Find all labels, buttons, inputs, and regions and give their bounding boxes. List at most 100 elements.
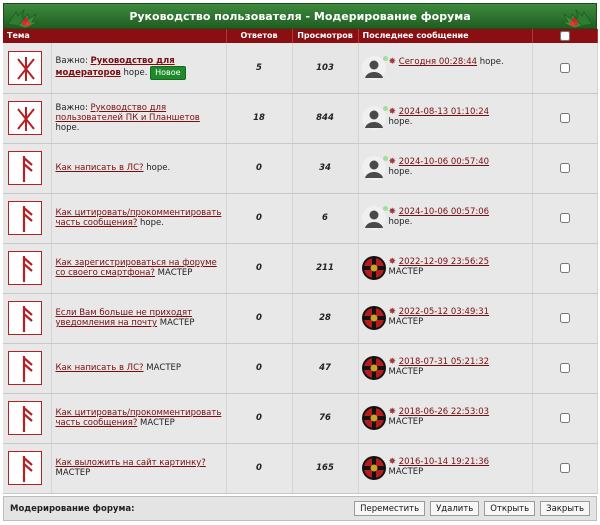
topic-author: hope. [55, 123, 80, 133]
topic-link[interactable]: Как зарегистрироваться на форуме со свое… [56, 258, 217, 278]
last-post-cell: ✸ 2024-10-06 00:57:40 hope. [358, 143, 533, 194]
select-all-checkbox[interactable] [559, 30, 570, 41]
topic-link[interactable]: Как цитировать/прокомментировать часть с… [56, 408, 222, 428]
online-status-icon [382, 55, 388, 61]
avatar[interactable] [361, 55, 388, 80]
topic-select-checkbox[interactable] [559, 112, 570, 123]
close-button[interactable]: Закрыть [540, 501, 590, 516]
online-status-icon [382, 206, 388, 211]
last-post-cell: ✸ 2018-07-31 05:21:32 МАСТЕР [358, 343, 533, 394]
topic-cell: Как цитировать/прокомментировать часть с… [51, 193, 227, 244]
avatar[interactable] [361, 156, 388, 180]
last-post-date-link[interactable]: 2024-10-06 00:57:40 [399, 157, 489, 167]
table-row: Если Вам больше не приходят уведомления … [3, 293, 598, 344]
last-post-date-link[interactable]: 2018-06-26 22:53:03 [399, 407, 489, 417]
last-post-date-link[interactable]: Сегодня 00:28:44 [399, 57, 477, 67]
topic-icon-cell [3, 293, 52, 344]
topic-select-checkbox[interactable] [559, 462, 570, 473]
topic-author: МАСТЕР [146, 363, 182, 373]
last-post-date-link[interactable]: 2016-10-14 19:21:36 [399, 457, 489, 467]
online-status-icon [382, 106, 388, 111]
replies-count: 0 [226, 293, 293, 344]
avatar[interactable] [361, 206, 388, 230]
delete-button[interactable]: Удалить [430, 501, 480, 516]
select-cell [532, 293, 598, 344]
select-cell [532, 393, 598, 444]
last-post-author: hope. [388, 167, 413, 177]
topic-cell: Как написать в ЛС? hope. [51, 143, 227, 194]
star-icon: ✸ [388, 56, 397, 67]
last-post-date-link[interactable]: 2024-10-06 00:57:06 [399, 207, 489, 217]
move-button[interactable]: Переместить [354, 501, 426, 516]
last-post-date-link[interactable]: 2024-08-13 01:10:24 [399, 107, 489, 117]
topic-link[interactable]: Как цитировать/прокомментировать часть с… [56, 208, 222, 228]
topic-select-checkbox[interactable] [559, 262, 570, 273]
last-post-author: МАСТЕР [388, 367, 424, 377]
holly-decoration-icon [7, 8, 39, 29]
topic-select-checkbox[interactable] [559, 62, 570, 73]
replies-count: 18 [226, 93, 293, 144]
star-icon: ✸ [388, 107, 397, 117]
last-post-author: МАСТЕР [388, 267, 424, 277]
topic-select-checkbox[interactable] [559, 312, 570, 323]
views-count: 34 [292, 143, 359, 194]
last-post-author: hope. [388, 217, 413, 227]
star-icon: ✸ [388, 357, 397, 367]
avatar[interactable] [361, 306, 386, 330]
avatar[interactable] [361, 456, 386, 480]
header-views: Просмотров [292, 29, 359, 43]
table-row: Как написать в ЛС? МАСТЕР 0 47 ✸ 2018-07-31… [3, 343, 598, 394]
topic-link[interactable]: Как написать в ЛС? [56, 163, 144, 173]
table-row: Как зарегистрироваться на форуме со свое… [3, 243, 598, 294]
select-cell [532, 143, 598, 194]
topic-select-checkbox[interactable] [559, 412, 570, 423]
last-post-cell: ✸ 2018-06-26 22:53:03 МАСТЕР [358, 393, 533, 444]
views-count: 47 [292, 343, 359, 394]
forum-title-bar: Руководство пользователя - Модерирование… [3, 3, 597, 29]
topic-select-checkbox[interactable] [559, 212, 570, 223]
avatar[interactable] [361, 356, 386, 380]
replies-count: 0 [226, 193, 293, 244]
online-status-icon [382, 156, 388, 161]
avatar[interactable] [361, 106, 388, 130]
avatar[interactable] [361, 406, 386, 430]
avatar[interactable] [361, 256, 386, 280]
star-icon: ✸ [388, 307, 397, 317]
select-cell [532, 43, 598, 94]
rune-icon [8, 201, 42, 235]
topic-cell: Как выложить на сайт картинку? МАСТЕР [51, 443, 227, 494]
last-post-date-link[interactable]: 2018-07-31 05:21:32 [399, 357, 489, 367]
last-post-author: МАСТЕР [388, 467, 424, 477]
star-icon: ✸ [388, 207, 397, 217]
topic-icon-cell [3, 43, 52, 94]
topic-link[interactable]: Как выложить на сайт картинку? [56, 458, 206, 468]
topic-cell: Как зарегистрироваться на форуме со свое… [51, 243, 227, 294]
table-row: Важно: Руководство для пользователей ПК … [3, 93, 598, 144]
last-post-date-link[interactable]: 2022-12-09 23:56:25 [399, 257, 489, 267]
topic-cell: Как написать в ЛС? МАСТЕР [51, 343, 227, 394]
last-post-author: МАСТЕР [388, 317, 424, 327]
holly-decoration-icon [561, 8, 593, 29]
replies-count: 0 [226, 343, 293, 394]
select-cell [532, 343, 598, 394]
table-row: Важно: Руководство для модераторов hope.… [3, 43, 598, 94]
last-post-author: hope. [388, 117, 413, 127]
topic-select-checkbox[interactable] [559, 162, 570, 173]
topic-icon-cell [3, 193, 52, 244]
table-row: Как цитировать/прокомментировать часть с… [3, 193, 598, 244]
topic-icon-cell [3, 143, 52, 194]
last-post-cell: ✸ 2024-08-13 01:10:24 hope. [358, 93, 533, 144]
star-icon: ✸ [388, 257, 397, 267]
topic-author: МАСТЕР [140, 418, 175, 428]
topic-link[interactable]: Как написать в ЛС? [56, 363, 144, 373]
last-post-date-link[interactable]: 2022-05-12 03:49:31 [399, 307, 489, 317]
last-post-cell: ✸ 2016-10-14 19:21:36 МАСТЕР [358, 443, 533, 494]
header-topic: Тема [3, 29, 227, 43]
topic-select-checkbox[interactable] [559, 362, 570, 373]
table-row: Как написать в ЛС? hope. 0 34 ✸ 2024-10-06 … [3, 143, 598, 194]
open-button[interactable]: Открыть [484, 501, 536, 516]
last-post-cell: ✸ 2024-10-06 00:57:06 hope. [358, 193, 533, 244]
select-cell [532, 193, 598, 244]
rune-icon [8, 151, 42, 185]
star-icon: ✸ [388, 457, 397, 467]
